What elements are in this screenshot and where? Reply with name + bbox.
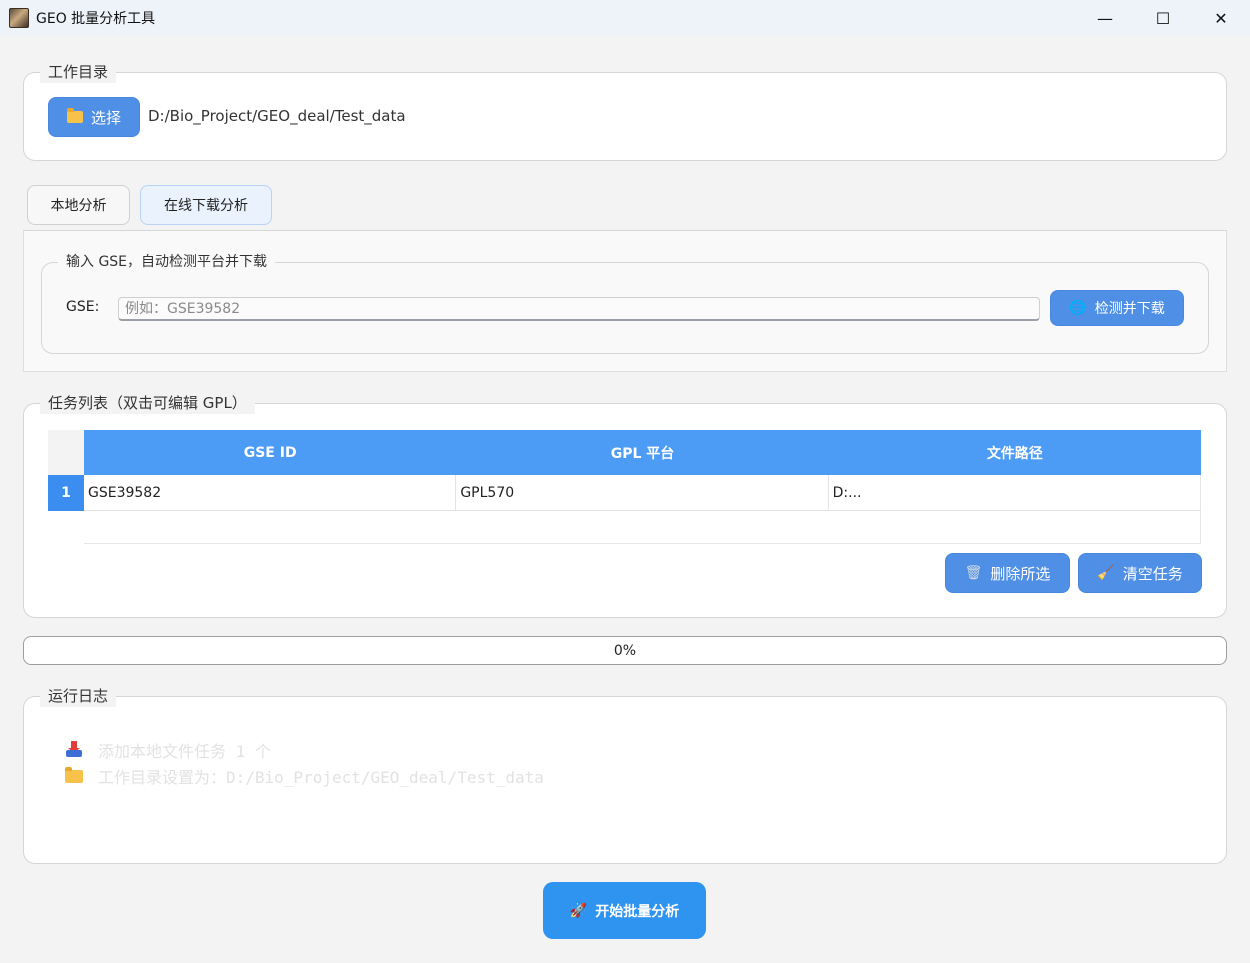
cell-gpl[interactable]: GPL570 <box>456 475 829 510</box>
folder-icon <box>65 766 83 783</box>
log-line: 添加本地文件任务 1 个 <box>64 738 271 762</box>
column-header-gpl[interactable]: GPL 平台 <box>456 430 828 475</box>
tasks-group-title: 任务列表（双击可编辑 GPL） <box>40 392 255 414</box>
broom-icon: 🧹 <box>1097 565 1115 581</box>
table-empty-area <box>84 511 1201 544</box>
window-title: GEO 批量分析工具 <box>36 11 156 27</box>
log-line-text: 工作目录设置为：D:/Bio_Project/GEO_deal/Test_dat… <box>98 768 544 787</box>
column-header-gse-id[interactable]: GSE ID <box>84 430 456 475</box>
folder-icon <box>66 108 83 123</box>
online-group-title: 输入 GSE，自动检测平台并下载 <box>58 251 276 273</box>
rocket-icon: 🚀 <box>569 902 588 919</box>
maximize-icon: ☐ <box>1155 8 1171 28</box>
detect-download-label: 检测并下载 <box>1094 301 1165 317</box>
start-batch-button[interactable]: 🚀 开始批量分析 <box>543 882 706 939</box>
globe-icon: 🌐 <box>1069 300 1087 316</box>
select-dir-button[interactable]: 选择 <box>48 97 140 137</box>
close-button[interactable]: ✕ <box>1192 0 1250 36</box>
title-bar: GEO 批量分析工具 — ☐ ✕ <box>0 0 1250 36</box>
maximize-button[interactable]: ☐ <box>1134 0 1192 36</box>
tab-local-analysis-label: 本地分析 <box>50 198 107 214</box>
minimize-button[interactable]: — <box>1076 0 1134 36</box>
clear-tasks-button[interactable]: 🧹 清空任务 <box>1078 553 1202 593</box>
delete-selected-label: 删除所选 <box>990 564 1051 583</box>
workdir-path: D:/Bio_Project/GEO_deal/Test_data <box>148 107 406 125</box>
tab-online-analysis-label: 在线下载分析 <box>164 198 248 214</box>
log-line: 工作目录设置为：D:/Bio_Project/GEO_deal/Test_dat… <box>64 764 544 788</box>
window-controls: — ☐ ✕ <box>1076 0 1250 36</box>
log-line-text: 添加本地文件任务 1 个 <box>98 742 271 761</box>
start-batch-label: 开始批量分析 <box>595 903 680 920</box>
trash-icon: 🗑 <box>964 565 983 581</box>
clear-tasks-label: 清空任务 <box>1122 564 1183 583</box>
tab-online-analysis[interactable]: 在线下载分析 <box>140 185 272 225</box>
row-number[interactable]: 1 <box>48 475 84 511</box>
gse-label: GSE: <box>66 299 100 315</box>
table-corner[interactable] <box>48 430 85 475</box>
task-table: GSE ID GPL 平台 文件路径 1 GSE39582 GPL570 D:.… <box>48 430 1201 544</box>
close-icon: ✕ <box>1214 8 1228 28</box>
cell-file-path[interactable]: D:... <box>829 475 1201 510</box>
workdir-group-title: 工作目录 <box>40 61 117 83</box>
tab-local-analysis[interactable]: 本地分析 <box>27 185 130 225</box>
progress-text: 0% <box>613 642 637 659</box>
cell-gse-id[interactable]: GSE39582 <box>84 475 457 510</box>
table-header: GSE ID GPL 平台 文件路径 <box>84 430 1201 475</box>
minimize-icon: — <box>1097 8 1113 28</box>
main-area: 工作目录 选择 D:/Bio_Project/GEO_deal/Test_dat… <box>0 36 1250 963</box>
app-icon <box>9 8 29 28</box>
select-dir-label: 选择 <box>90 108 121 127</box>
inbox-icon <box>66 741 82 757</box>
progress-bar: 0% <box>23 636 1227 665</box>
delete-selected-button[interactable]: 🗑 删除所选 <box>945 553 1070 593</box>
gse-input[interactable] <box>118 297 1040 321</box>
column-header-file-path[interactable]: 文件路径 <box>829 430 1201 475</box>
log-group-title: 运行日志 <box>40 685 117 707</box>
detect-download-button[interactable]: 🌐 检测并下载 <box>1050 290 1184 326</box>
table-row[interactable]: GSE39582 GPL570 D:... <box>84 475 1201 511</box>
